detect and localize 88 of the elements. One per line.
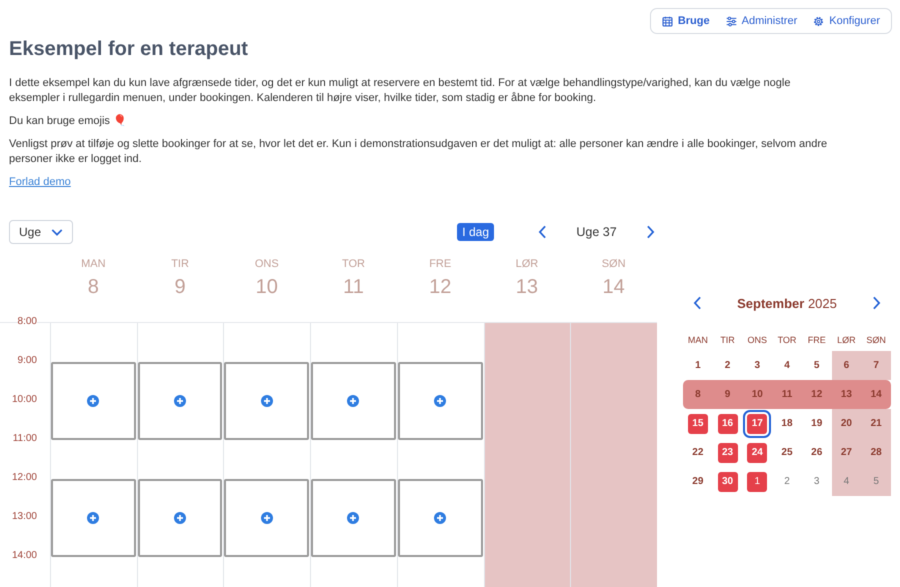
weekday-label: SØN <box>602 258 626 270</box>
add-icon <box>260 512 273 524</box>
weekday-label: TIR <box>171 258 189 270</box>
day-number: 8 <box>88 276 99 299</box>
open-slot[interactable] <box>311 362 396 440</box>
calendar-day[interactable]: 2 <box>776 472 797 492</box>
calendar-day[interactable]: 12 <box>806 384 827 404</box>
calendar-day[interactable]: 9 <box>718 384 738 404</box>
calendar-day[interactable]: 22 <box>688 442 708 462</box>
settings-icon <box>813 16 824 26</box>
add-icon <box>434 512 446 524</box>
paragraph: I dette eksempel kan du kun lave afgrænsede tider, og det er kun muligt at reservere en bestemt tid. For at vælge behandlingstype/varighed, kan du vælge nogle eksempler i rullegardin menuen, under bookingen. Kalenderen til højre viser, hvilke tider, som stadig er åbne for booking. <box>9 76 792 106</box>
add-icon <box>347 395 360 407</box>
weekday-label: TIR <box>719 334 736 347</box>
chevron-left-icon <box>693 296 702 310</box>
add-icon <box>174 395 186 407</box>
calendar-day[interactable]: 14 <box>866 384 886 404</box>
open-slot[interactable] <box>224 362 310 440</box>
week-label: Uge 37 <box>575 225 618 239</box>
view-select[interactable]: Uge <box>9 220 74 244</box>
calendar-day[interactable]: 26 <box>806 442 827 462</box>
open-slot[interactable] <box>51 479 136 557</box>
sliders-icon <box>726 16 737 26</box>
weekday-label: TOR <box>776 334 798 347</box>
open-slot[interactable] <box>51 362 136 440</box>
open-slot[interactable] <box>398 362 483 440</box>
chevron-right-icon <box>872 296 881 310</box>
weekday-label: SØN <box>865 334 887 347</box>
open-slot[interactable] <box>311 479 396 557</box>
day-number: 14 <box>602 276 625 299</box>
weekday-label: ONS <box>254 258 279 270</box>
page-title: Eksempel for en terapeut <box>9 37 249 62</box>
nav-link[interactable]: Bruge <box>662 15 710 27</box>
calendar-day[interactable]: 29 <box>688 472 708 492</box>
calendar-day[interactable]: 17 <box>747 414 768 434</box>
calendar-day[interactable]: 4 <box>776 356 797 376</box>
chevron-left-icon <box>538 225 547 239</box>
paragraph: Venligst prøv at tilføje og slette bookinger for at se, hvor let det er. Kun i demonstrationsudgaven er det muligt at: alle personer kan ændre i alle bookinger, selvom andre personer ikke er logget ind. <box>9 137 828 167</box>
weekday-label: TOR <box>342 258 365 270</box>
calendar-day[interactable]: 23 <box>718 442 738 462</box>
day-number: 11 <box>343 276 364 299</box>
chevron-right-icon <box>646 225 655 239</box>
weekday-label: MAN <box>686 334 709 347</box>
calendar-day[interactable]: 2 <box>718 356 738 376</box>
nav-link[interactable]: Administrer <box>726 15 798 27</box>
day-number: 10 <box>256 276 278 299</box>
weekday-label: ONS <box>746 334 768 347</box>
calendar-day[interactable]: 8 <box>688 384 708 404</box>
add-icon <box>174 512 186 524</box>
calendar-day[interactable]: 3 <box>806 472 827 492</box>
add-icon <box>347 512 360 524</box>
open-slot[interactable] <box>138 362 222 440</box>
open-slot[interactable] <box>224 479 310 557</box>
calendar-day[interactable]: 3 <box>747 356 768 376</box>
calendar-day[interactable]: 24 <box>747 442 768 462</box>
calendar-icon <box>662 16 673 26</box>
calendar-day[interactable]: 19 <box>806 414 827 434</box>
weekday-label: LØR <box>836 334 857 347</box>
open-slot[interactable] <box>398 479 483 557</box>
paragraph: Du kan bruge emojis 🎈 <box>9 114 128 129</box>
nav-link[interactable]: Konfigurer <box>813 15 880 27</box>
calendar-day[interactable]: 30 <box>718 472 738 492</box>
open-slot[interactable] <box>138 479 222 557</box>
month-title: September 2025 <box>737 296 837 310</box>
today-button[interactable]: I dag <box>457 223 494 241</box>
weekday-label: FRE <box>429 258 452 270</box>
add-icon <box>87 395 100 407</box>
weekday-label: MAN <box>81 258 106 270</box>
calendar-day[interactable]: 5 <box>806 356 827 376</box>
calendar-day[interactable]: 1 <box>747 472 768 492</box>
calendar-day[interactable]: 16 <box>718 414 738 434</box>
weekday-label: FRE <box>806 334 827 347</box>
calendar-day[interactable]: 15 <box>688 414 708 434</box>
chevron-down-icon <box>51 228 64 236</box>
calendar-day[interactable]: 11 <box>776 384 797 404</box>
calendar-day[interactable]: 25 <box>776 442 797 462</box>
weekday-label: LØR <box>516 258 538 270</box>
calendar-day[interactable]: 18 <box>776 414 797 434</box>
day-number: 9 <box>174 276 186 299</box>
add-icon <box>260 395 273 407</box>
add-icon <box>87 512 100 524</box>
day-number: 12 <box>429 276 452 299</box>
calendar-day[interactable]: 13 <box>836 384 856 404</box>
calendar-day[interactable]: 10 <box>747 384 768 404</box>
day-number: 13 <box>516 276 538 299</box>
add-icon <box>434 395 446 407</box>
exit-demo-link[interactable]: Forlad demo <box>9 176 71 188</box>
calendar-day[interactable]: 1 <box>688 356 708 376</box>
